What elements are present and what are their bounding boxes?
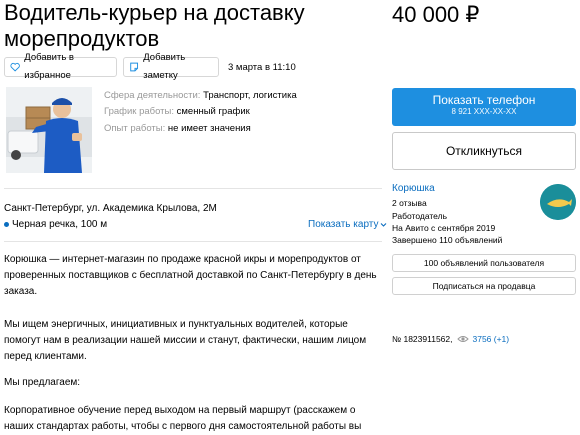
ad-number: № 1823911562, xyxy=(392,334,453,344)
param-value: сменный график xyxy=(176,106,250,117)
show-phone-button[interactable]: Показать телефон 8 921 XXX-XX-XX xyxy=(392,88,576,126)
add-note-label: Добавить заметку xyxy=(143,52,186,81)
param-row-experience: Опыт работы: не имеет значения xyxy=(104,123,251,135)
views-count: 3756 (+1) xyxy=(457,334,509,344)
add-to-favorites-button[interactable]: Добавить в избранное xyxy=(4,52,117,81)
divider xyxy=(4,241,382,242)
param-row-schedule: График работы: сменный график xyxy=(104,106,250,118)
courier-photo-image xyxy=(6,87,92,173)
seller-name-link[interactable]: Корюшка xyxy=(392,183,435,194)
views-label: 3756 (+1) xyxy=(472,334,510,344)
listing-date: 3 марта в 11:10 xyxy=(228,62,296,73)
metro-label: Черная речка, 100 м xyxy=(12,219,108,230)
listing-stats: № 1823911562, 3756 (+1) xyxy=(392,334,509,344)
listing-photo[interactable] xyxy=(6,87,92,173)
seller-reviews[interactable]: 2 отзыва xyxy=(392,198,427,208)
heart-icon xyxy=(10,62,20,72)
param-value: не имеет значения xyxy=(167,123,251,134)
address: Санкт-Петербург, ул. Академика Крылова, … xyxy=(4,203,217,214)
show-map-link[interactable]: Показать карту xyxy=(308,219,387,230)
metro-station: Черная речка, 100 м xyxy=(4,219,107,230)
listing-title: Водитель-курьер на доставку морепродукто… xyxy=(4,0,305,51)
description-paragraph: Корпоративное обучение перед выходом на … xyxy=(4,405,362,432)
description-paragraph: Мы предлагаем: xyxy=(4,377,81,388)
subscribe-seller-button[interactable]: Подписаться на продавца xyxy=(392,277,576,295)
param-value: Транспорт, логистика xyxy=(203,90,297,101)
seller-completed: Завершено 110 объявлений xyxy=(392,235,503,245)
respond-button[interactable]: Откликнуться xyxy=(392,132,576,170)
seller-role: Работодатель xyxy=(392,211,447,221)
description-paragraph: Мы ищем энергичных, инициативных и пункт… xyxy=(4,319,367,362)
chevron-down-icon xyxy=(381,222,387,227)
note-icon xyxy=(130,62,139,72)
phone-number: 8 921 XXX-XX-XX xyxy=(451,107,517,116)
show-map-label: Показать карту xyxy=(308,219,379,230)
metro-line-icon xyxy=(4,222,9,227)
description-paragraph: Корюшка — интернет-магазин по продаже кр… xyxy=(4,254,377,297)
seller-since: На Авито с сентября 2019 xyxy=(392,223,496,233)
param-key: График работы: xyxy=(104,106,174,117)
divider xyxy=(4,188,382,189)
all-seller-ads-button[interactable]: 100 объявлений пользователя xyxy=(392,254,576,272)
param-key: Сфера деятельности: xyxy=(104,90,201,101)
param-key: Опыт работы: xyxy=(104,123,166,134)
seller-logo-image xyxy=(540,184,576,220)
add-to-favorites-label: Добавить в избранное xyxy=(24,52,74,81)
show-phone-label: Показать телефон xyxy=(432,93,536,107)
eye-icon xyxy=(457,336,470,342)
listing-price: 40 000 ₽ xyxy=(392,2,480,27)
param-row-sphere: Сфера деятельности: Транспорт, логистика xyxy=(104,90,297,102)
seller-avatar[interactable] xyxy=(540,184,576,220)
add-note-button[interactable]: Добавить заметку xyxy=(123,52,219,81)
